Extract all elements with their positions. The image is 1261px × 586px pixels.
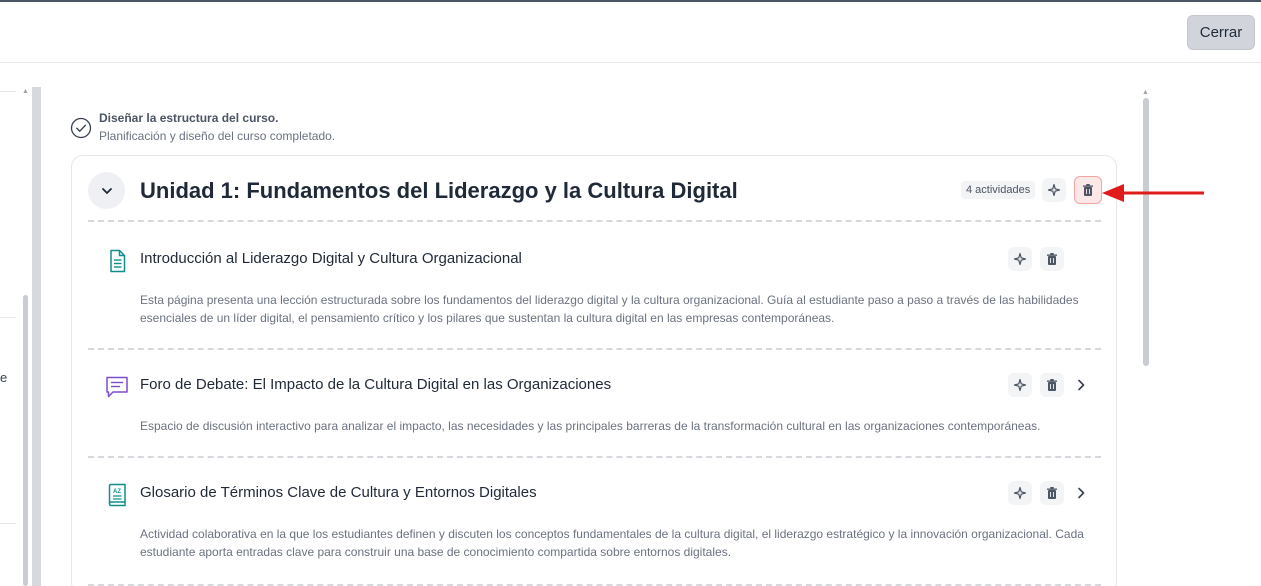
activity-item[interactable]: AZ Glosario de Términos Clave de Cultura… [88, 458, 1101, 584]
activity-title[interactable]: Foro de Debate: El Impacto de la Cultura… [140, 376, 611, 393]
trash-icon [1047, 379, 1057, 391]
activity-item[interactable]: Foro de Debate: El Impacto de la Cultura… [88, 350, 1101, 456]
collapse-unit-button[interactable] [88, 172, 125, 209]
sparkle-icon [1013, 252, 1027, 266]
divider [0, 91, 16, 92]
scroll-up-arrow-icon[interactable]: ▲ [22, 88, 29, 95]
activity-title[interactable]: Introducción al Liderazgo Digital y Cult… [140, 250, 522, 267]
activity-description: Esta página presenta una lección estruct… [140, 293, 1079, 325]
sidebar-partial-text: e [0, 370, 8, 385]
delete-activity-button[interactable] [1040, 373, 1064, 397]
unit-header: Unidad 1: Fundamentos del Liderazgo y la… [72, 156, 1118, 222]
sidebar-scrollbar-thumb[interactable] [23, 295, 28, 586]
delete-activity-button[interactable] [1040, 247, 1064, 271]
unit-card: Unidad 1: Fundamentos del Liderazgo y la… [71, 155, 1117, 586]
unit-title: Unidad 1: Fundamentos del Liderazgo y la… [140, 178, 738, 203]
trash-icon [1083, 184, 1093, 196]
activity-ai-sparkle-button[interactable] [1008, 481, 1032, 505]
activity-description: Espacio de discusión interactivo para an… [140, 419, 1041, 433]
forum-icon [106, 376, 128, 398]
activity-title[interactable]: Glosario de Términos Clave de Cultura y … [140, 484, 537, 501]
main-scrollbar-thumb[interactable] [1143, 98, 1149, 366]
document-icon [110, 249, 126, 273]
chevron-right-icon[interactable] [1073, 377, 1089, 393]
unit-ai-sparkle-button[interactable] [1042, 178, 1066, 202]
panel-divider[interactable] [32, 87, 41, 586]
sparkle-icon [1047, 183, 1061, 197]
sparkle-icon [1013, 378, 1027, 392]
activity-description: Actividad colaborativa en la que los est… [140, 527, 1084, 559]
scroll-up-arrow-icon[interactable]: ▲ [1142, 89, 1149, 96]
trash-icon [1047, 487, 1057, 499]
status-subtitle: Planificación y diseño del curso complet… [99, 129, 336, 143]
chevron-right-icon[interactable] [1073, 485, 1089, 501]
annotation-arrow-icon [1102, 184, 1204, 202]
trash-icon [1047, 253, 1057, 265]
divider [0, 317, 16, 318]
close-button[interactable]: Cerrar [1187, 15, 1255, 50]
activities-count-badge: 4 actividades [961, 181, 1036, 199]
chevron-down-icon [101, 187, 112, 194]
divider [0, 523, 16, 524]
check-circle-icon [70, 117, 92, 139]
sparkle-icon [1013, 486, 1027, 500]
activity-ai-sparkle-button[interactable] [1008, 373, 1032, 397]
activity-item[interactable]: Introducción al Liderazgo Digital y Cult… [88, 222, 1101, 348]
status-title: Diseñar la estructura del curso. [99, 111, 279, 125]
svg-text:AZ: AZ [113, 489, 121, 495]
activity-ai-sparkle-button[interactable] [1008, 247, 1032, 271]
glossary-icon: AZ [108, 483, 126, 507]
delete-unit-button[interactable] [1074, 176, 1102, 204]
modal-header: Cerrar [0, 2, 1261, 63]
delete-activity-button[interactable] [1040, 481, 1064, 505]
